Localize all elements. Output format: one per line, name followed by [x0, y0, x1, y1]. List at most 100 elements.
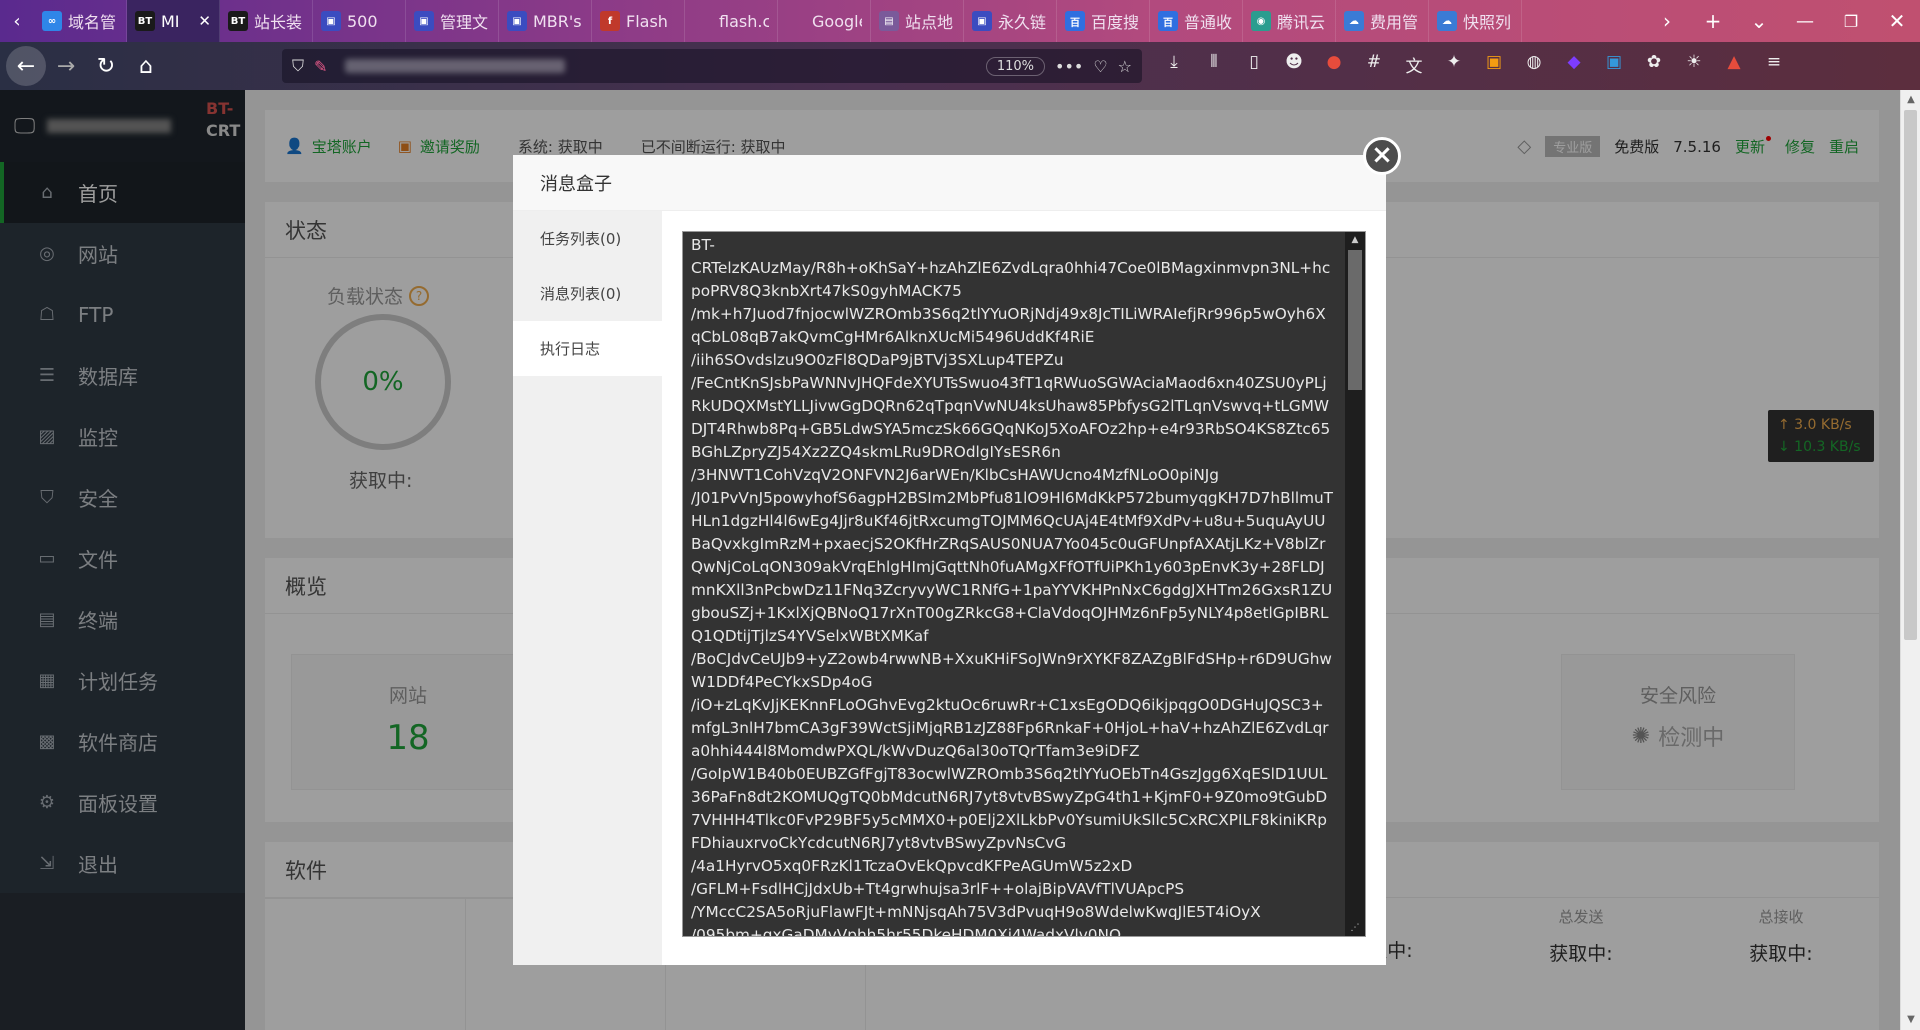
tab-label: MI: [161, 11, 180, 31]
tab-favicon-icon: ▤: [879, 11, 899, 31]
extension-icon[interactable]: ✦: [1440, 52, 1468, 77]
tab-label: 域名管: [68, 13, 117, 32]
browser-tab[interactable]: BT MI ✕: [127, 0, 220, 42]
tab-label: MBR's: [533, 11, 582, 31]
gem-extension-icon[interactable]: ◆: [1560, 52, 1588, 77]
scroll-up-icon[interactable]: ▲: [1901, 90, 1920, 110]
new-tab-icon[interactable]: +: [1690, 9, 1736, 33]
browser-tab[interactable]: ☁ 快照列: [1429, 0, 1522, 42]
tab-bar-controls: › + ⌄ — ❐ ✕: [1644, 0, 1920, 42]
browser-tab[interactable]: ▤ 站点地: [871, 0, 964, 42]
globe-icon[interactable]: ◍: [1520, 52, 1548, 77]
tab-label: 站点地: [905, 13, 954, 32]
log-scroll-up-icon[interactable]: ▲: [1345, 232, 1365, 248]
tab-favicon-icon: ◉: [1251, 11, 1271, 31]
browser-tab[interactable]: flash.cn/F: [685, 0, 778, 42]
hash-extension-icon[interactable]: #: [1360, 52, 1388, 77]
forward-icon[interactable]: →: [46, 46, 86, 86]
library-icon[interactable]: ⫴: [1200, 52, 1228, 77]
browser-tab[interactable]: ▣ 永久链: [964, 0, 1057, 42]
tab-scroll-left-icon[interactable]: ‹: [0, 0, 34, 42]
browser-tab[interactable]: ▣ 500: [313, 0, 406, 42]
palette-icon[interactable]: ✿: [1640, 52, 1668, 77]
window-restore-icon[interactable]: ❐: [1828, 12, 1874, 31]
tab-label: 腾讯云: [1277, 13, 1326, 32]
shield-icon[interactable]: ⛉: [292, 56, 304, 76]
url-bar[interactable]: ⛉ ✎ 110% ••• ♡ ☆: [282, 49, 1142, 83]
download-icon[interactable]: ⤓: [1160, 52, 1188, 77]
tab-close-icon[interactable]: ✕: [198, 12, 211, 30]
tab-favicon-icon: 百: [1065, 11, 1085, 31]
dialog-tab-list: 任务列表(0) 消息列表(0) 执行日志: [513, 211, 662, 965]
tab-favicon-icon: f: [600, 11, 620, 31]
home-icon[interactable]: ⌂: [126, 46, 166, 86]
tab-favicon-icon: ▣: [321, 11, 341, 31]
page-scroll-thumb[interactable]: [1904, 110, 1917, 640]
rocket-icon[interactable]: ▲: [1720, 52, 1748, 77]
browser-tab-bar: ‹ ∞ 域名管 BT MI ✕ BT 站长装 ▣ 500 ▣ 管理文 ▣ MBR's f Flash flas…: [0, 0, 1920, 42]
tab-favicon-icon: BT: [135, 11, 155, 31]
dialog-content: BT- CRTelzKAUzMay/R8h+oKhSaY+hzAhZlE6Zvd…: [662, 211, 1386, 965]
tab-strip: ∞ 域名管 BT MI ✕ BT 站长装 ▣ 500 ▣ 管理文 ▣ MBR's f Flash flash.…: [34, 0, 1522, 42]
translate-icon[interactable]: 文: [1400, 52, 1428, 77]
reload-icon[interactable]: ↻: [86, 46, 126, 86]
back-icon[interactable]: ←: [6, 46, 46, 86]
browser-tab[interactable]: ☁ 费用管: [1336, 0, 1429, 42]
ip-extension-icon[interactable]: ▣: [1480, 52, 1508, 77]
browser-tab[interactable]: BT 站长装: [220, 0, 313, 42]
browser-tab[interactable]: 百普通收: [1150, 0, 1243, 42]
tab-favicon-icon: 百: [1158, 11, 1178, 31]
tab-favicon-icon: ☁: [1344, 11, 1364, 31]
execution-log-box[interactable]: BT- CRTelzKAUzMay/R8h+oKhSaY+hzAhZlE6Zvd…: [682, 231, 1366, 937]
url-text-blurred: [345, 59, 566, 73]
browser-tab[interactable]: ▣ 管理文: [406, 0, 499, 42]
sidebar-icon[interactable]: ▯: [1240, 52, 1268, 77]
dialog-title: 消息盒子: [513, 155, 1386, 211]
pocket-icon[interactable]: ♡: [1093, 57, 1107, 76]
tab-label: flash.cn/F: [719, 11, 769, 31]
insecure-lock-icon[interactable]: ✎: [314, 57, 327, 76]
browser-tab[interactable]: ◉ 腾讯云: [1243, 0, 1336, 42]
browser-tab[interactable]: ▣ MBR's: [499, 0, 592, 42]
window-minimize-icon[interactable]: —: [1782, 11, 1828, 32]
bookmark-star-icon[interactable]: ☆: [1118, 57, 1132, 76]
browser-tab[interactable]: Google S: [778, 0, 871, 42]
tab-list-icon[interactable]: ⌄: [1736, 9, 1782, 33]
log-scroll-thumb[interactable]: [1348, 250, 1362, 390]
s-extension-icon[interactable]: ▣: [1600, 52, 1628, 77]
tab-label: 站长装: [254, 13, 303, 32]
log-resize-grip-icon[interactable]: ⋰: [1345, 920, 1365, 936]
window-close-icon[interactable]: ✕: [1874, 9, 1920, 33]
tab-favicon-icon: ☁: [1437, 11, 1457, 31]
tab-favicon-icon: ▣: [972, 11, 992, 31]
tab-favicon-icon: ▣: [507, 11, 527, 31]
tab-favicon-icon: BT: [228, 11, 248, 31]
browser-tab[interactable]: f Flash: [592, 0, 685, 42]
browser-tab[interactable]: 百百度搜: [1057, 0, 1150, 42]
dialog-tab[interactable]: 消息列表(0): [513, 266, 662, 321]
browser-tab[interactable]: ∞ 域名管: [34, 0, 127, 42]
adblock-icon[interactable]: ●: [1320, 52, 1348, 77]
tab-label: 管理文: [440, 13, 489, 32]
zoom-level[interactable]: 110%: [985, 56, 1045, 76]
account-icon[interactable]: ☻: [1280, 52, 1308, 77]
tab-label: 普通收: [1184, 13, 1233, 32]
tab-favicon-icon: [786, 11, 806, 31]
tab-label: 快照列: [1463, 13, 1512, 32]
lightbulb-icon[interactable]: ☀: [1680, 52, 1708, 77]
dialog-close-icon[interactable]: ×: [1363, 137, 1401, 175]
page-scrollbar[interactable]: ▲ ▼: [1900, 90, 1920, 1030]
scroll-down-icon[interactable]: ▼: [1901, 1010, 1920, 1030]
tab-label: 费用管: [1370, 13, 1419, 32]
log-scrollbar[interactable]: ▲ ⋰: [1345, 232, 1365, 936]
tab-favicon-icon: ∞: [42, 11, 62, 31]
tab-label: 百度搜: [1091, 13, 1140, 32]
tab-scroll-right-icon[interactable]: ›: [1644, 9, 1690, 33]
more-actions-icon[interactable]: •••: [1055, 57, 1083, 76]
menu-icon[interactable]: ≡: [1760, 52, 1788, 77]
tab-label: Flash: [626, 11, 668, 31]
execution-log-text[interactable]: BT- CRTelzKAUzMay/R8h+oKhSaY+hzAhZlE6Zvd…: [683, 232, 1343, 936]
dialog-tab[interactable]: 任务列表(0): [513, 211, 662, 266]
browser-nav-bar: ← → ↻ ⌂ ⛉ ✎ 110% ••• ♡ ☆ ⤓ ⫴ ▯ ☻ ● # 文 ✦…: [0, 42, 1920, 90]
dialog-tab[interactable]: 执行日志: [513, 321, 662, 376]
